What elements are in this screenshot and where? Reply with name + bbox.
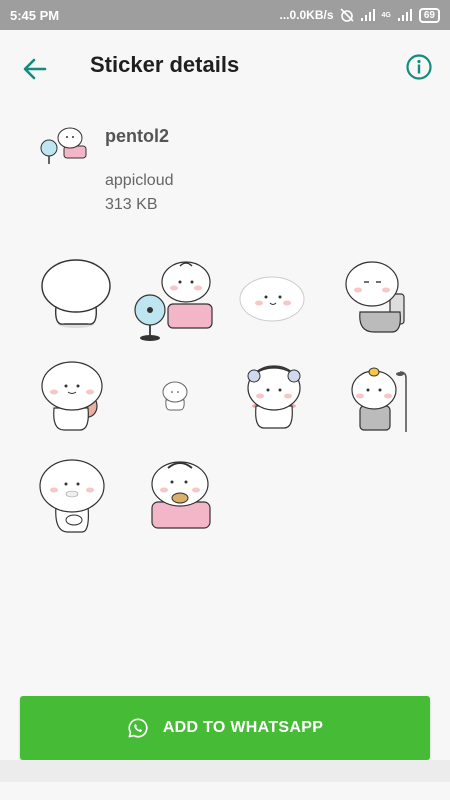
network-speed: ...0.0KB/s [279,8,334,22]
signal-icon-2 [397,8,413,22]
bottom-strip [0,760,450,782]
pack-publisher: appicloud [105,172,174,189]
signal-icon [360,8,376,22]
battery-icon: 69 [418,7,440,23]
app-bar: Sticker details [0,30,450,106]
status-time: 5:45 PM [10,7,60,23]
sticker-plain-blob[interactable] [28,250,124,346]
sticker-toilet-blob[interactable] [338,252,434,348]
sticker-flat-blob[interactable] [232,255,328,351]
sticker-shower-blob[interactable] [338,348,434,444]
sticker-tiny-blob[interactable] [130,348,226,444]
info-icon [406,54,432,80]
sticker-eating-chair-blob[interactable] [140,452,236,548]
sticker-towel-blob[interactable] [232,348,328,444]
back-button[interactable] [20,54,50,84]
status-icons: ...0.0KB/s 4G 69 [279,7,440,23]
add-button-label: ADD TO WHATSAPP [162,719,324,736]
page-title: Sticker details [90,52,240,77]
pack-size: 313 KB [105,196,158,213]
sticker-backpack-blob[interactable] [28,348,124,444]
sticker-thinking-blob[interactable] [28,446,124,542]
whatsapp-icon [128,718,148,738]
pack-tray-icon [38,124,90,166]
sticker-fan-chair-blob[interactable] [130,252,226,348]
alarm-off-icon [339,8,354,22]
pack-name: pentol2 [105,126,170,146]
status-bar: 5:45 PM ...0.0KB/s 4G 69 [0,0,450,30]
add-to-whatsapp-button[interactable]: ADD TO WHATSAPP [20,696,430,760]
info-button[interactable] [405,53,433,81]
arrow-back-icon [23,58,47,80]
network-type: 4G [381,11,391,19]
